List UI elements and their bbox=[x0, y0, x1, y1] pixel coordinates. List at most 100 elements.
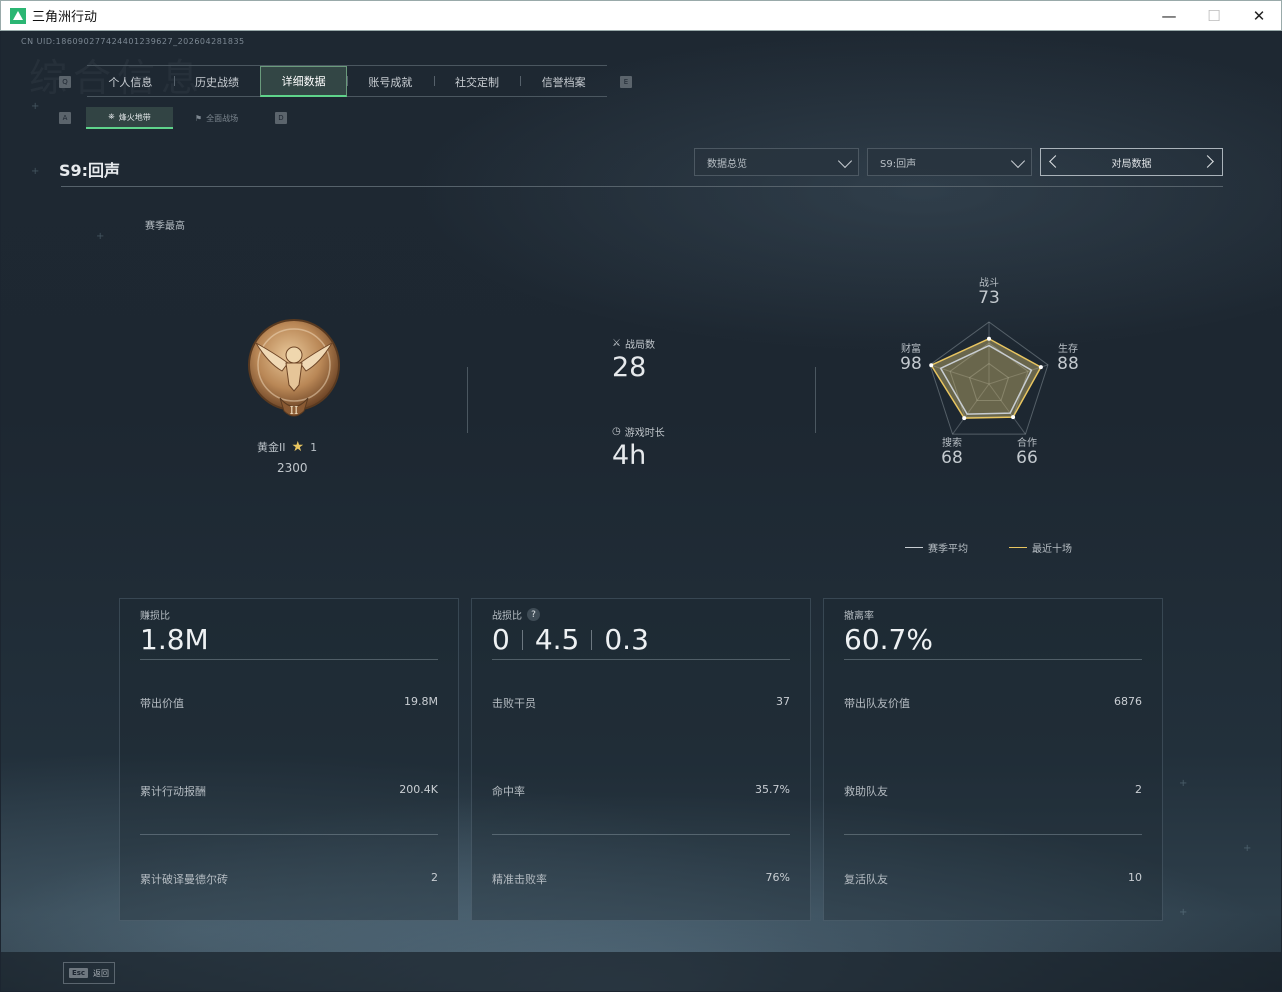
grid-cross-icon: + bbox=[1243, 843, 1252, 854]
card-title: 赚损比 bbox=[140, 611, 170, 622]
esc-label: 返回 bbox=[93, 968, 110, 978]
minimize-button[interactable]: — bbox=[1146, 1, 1192, 31]
main-tabs: 个人信息 历史战绩 详细数据 账号成就 社交定制 信誉档案 bbox=[87, 65, 607, 97]
tab-credit[interactable]: 信誉档案 bbox=[520, 66, 607, 97]
divider bbox=[844, 659, 1142, 660]
window-titlebar: 三角洲行动 — ☐ ✕ bbox=[0, 0, 1282, 31]
stat-row: 击败干员 37 bbox=[492, 695, 790, 711]
kd-value-3: 0.3 bbox=[604, 623, 649, 656]
stat-label: 命中率 bbox=[492, 785, 525, 798]
stat-label: 累计行动报酬 bbox=[140, 785, 206, 798]
window-title: 三角洲行动 bbox=[32, 10, 98, 25]
games-value: 28 bbox=[612, 352, 647, 383]
stat-row: 命中率 35.7% bbox=[492, 783, 790, 799]
radar-point bbox=[987, 336, 991, 341]
playtime-label: 游戏时长 bbox=[624, 428, 665, 439]
chevron-left-icon[interactable] bbox=[1049, 155, 1062, 168]
game-screen: 综合信息 CN UID:18609027742440123962​7_20260… bbox=[1, 31, 1281, 991]
star-icon: ★ bbox=[291, 439, 305, 455]
rank-name: 黄金II bbox=[257, 441, 286, 454]
card-title: 战损比 bbox=[492, 611, 522, 622]
gold-rank-medal-icon: II bbox=[248, 319, 340, 417]
tab-detailed-data[interactable]: 详细数据 bbox=[260, 66, 348, 97]
crossed-swords-icon: ⚔ bbox=[612, 338, 621, 349]
card-big-value: 0 4.5 0.3 bbox=[492, 623, 649, 656]
stat-label: 救助队友 bbox=[844, 785, 888, 798]
key-hint-q: Q bbox=[59, 76, 71, 88]
season-title: S9:回声 bbox=[59, 161, 121, 180]
legend-label: 赛季平均 bbox=[928, 544, 968, 555]
season-dropdown-value: S9:回声 bbox=[880, 158, 917, 170]
stat-label: 击败干员 bbox=[492, 697, 536, 710]
stat-value: 10 bbox=[1128, 871, 1142, 884]
subtab-full-battlefield[interactable]: ⚑ 全面战场 bbox=[173, 107, 260, 129]
stat-label: 精准击败率 bbox=[492, 873, 547, 886]
chevron-right-icon[interactable] bbox=[1201, 155, 1214, 168]
extract-rate-value: 60.7% bbox=[844, 623, 933, 656]
esc-back-button[interactable]: Esc 返回 bbox=[63, 962, 115, 984]
card-title: 撤离率 bbox=[844, 611, 874, 622]
stat-value: 2 bbox=[431, 871, 438, 884]
season-dropdown[interactable]: S9:回声 bbox=[867, 148, 1032, 176]
mode-dropdown[interactable]: 数据总览 bbox=[694, 148, 859, 176]
extract-card: 撤离率 60.7% 带出队友价值 6876 救助队友 2 复活队友 10 bbox=[823, 598, 1163, 921]
subtab-label: 烽火地带 bbox=[118, 112, 151, 122]
legend-swatch bbox=[1009, 547, 1027, 548]
profit-ratio-value: 1.8M bbox=[140, 623, 209, 656]
kd-value-2: 4.5 bbox=[534, 623, 580, 656]
rank-name-row: 黄金II ★ 1 bbox=[257, 439, 317, 455]
key-hint-d: D bbox=[275, 112, 287, 124]
radar-point bbox=[962, 416, 967, 421]
card-big-value: 60.7% bbox=[844, 623, 933, 656]
stat-row: 复活队友 10 bbox=[844, 871, 1142, 887]
divider bbox=[467, 367, 468, 433]
stat-row: 救助队友 2 bbox=[844, 783, 1142, 799]
tab-history[interactable]: 历史战绩 bbox=[173, 66, 261, 97]
tab-personal-info[interactable]: 个人信息 bbox=[87, 66, 174, 97]
stat-value: 37 bbox=[776, 695, 790, 708]
tab-social[interactable]: 社交定制 bbox=[433, 66, 521, 97]
battlefield-icon: ⚑ bbox=[194, 113, 203, 123]
grid-cross-icon: + bbox=[1179, 907, 1188, 918]
divider bbox=[492, 834, 790, 835]
legend-label: 最近十场 bbox=[1032, 544, 1072, 555]
stat-value: 19.8M bbox=[404, 695, 438, 708]
key-hint-e: E bbox=[620, 76, 632, 88]
close-button[interactable]: ✕ bbox=[1236, 1, 1282, 31]
hazard-zone-icon: ⛯ bbox=[108, 112, 115, 121]
stat-value: 2 bbox=[1135, 783, 1142, 796]
maximize-button[interactable]: ☐ bbox=[1191, 1, 1237, 31]
divider bbox=[492, 659, 790, 660]
clock-icon: ◷ bbox=[612, 426, 621, 437]
radar-point bbox=[1011, 415, 1016, 420]
subtab-hazard-zone[interactable]: ⛯ 烽火地带 bbox=[86, 107, 173, 129]
divider bbox=[844, 834, 1142, 835]
medal-roman: II bbox=[290, 404, 299, 417]
stat-value: 200.4K bbox=[399, 783, 438, 796]
games-label: 战局数 bbox=[624, 340, 655, 351]
card-header: 战损比? bbox=[492, 607, 540, 622]
profit-card: 赚损比 1.8M 带出价值 19.8M 累计行动报酬 200.4K 累计破译曼德尔砖… bbox=[119, 598, 459, 921]
stat-row: 累计行动报酬 200.4K bbox=[140, 783, 438, 799]
esc-key: Esc bbox=[68, 968, 89, 978]
divider bbox=[140, 834, 438, 835]
stat-label: 带出价值 bbox=[140, 697, 184, 710]
card-big-value: 1.8M bbox=[140, 623, 209, 656]
radar-point bbox=[1038, 365, 1043, 370]
divider bbox=[140, 659, 438, 660]
radar-value-wealth: 98 bbox=[900, 354, 922, 374]
grid-cross-icon: + bbox=[31, 101, 40, 112]
app-icon bbox=[10, 7, 26, 24]
grid-cross-icon: + bbox=[1179, 778, 1188, 789]
bottom-bar bbox=[1, 952, 1281, 991]
help-icon[interactable]: ? bbox=[527, 608, 540, 621]
stat-label: 累计破译曼德尔砖 bbox=[140, 873, 228, 886]
kd-value-1: 0 bbox=[492, 623, 510, 656]
tab-achievements[interactable]: 账号成就 bbox=[347, 66, 434, 97]
rank-score: 2300 bbox=[277, 461, 308, 475]
mode-dropdown-value: 数据总览 bbox=[707, 158, 747, 170]
separator bbox=[591, 629, 593, 650]
stat-value: 6876 bbox=[1114, 695, 1142, 708]
games-stat: ⚔ 战局数 28 bbox=[612, 336, 655, 383]
radar-label-wealth: 财富 bbox=[901, 344, 921, 355]
